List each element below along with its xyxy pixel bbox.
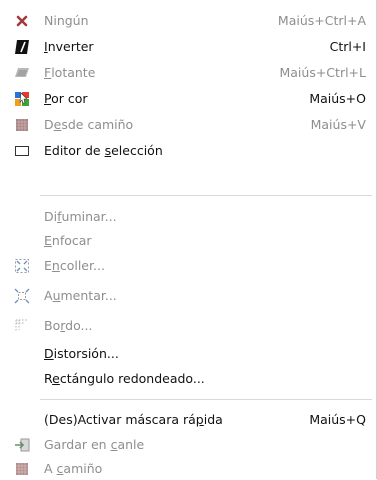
menu-item-label: Encoller...: [44, 258, 105, 273]
menu-item-label: Editor de selección: [44, 143, 163, 158]
menu-item-label: Bordo...: [44, 318, 93, 333]
border-selection-icon: [14, 318, 30, 334]
menu-item-rounded-rectangle[interactable]: Rectángulo redondeado...: [0, 367, 376, 390]
menu-item-label: Ningún: [44, 13, 89, 28]
shortcut-text: Maiús+V: [310, 117, 366, 132]
shortcut-text: Maiús+O: [309, 91, 366, 106]
menu-item-float[interactable]: Flotante Maiús+Ctrl+L: [0, 61, 376, 84]
shortcut-text: Maiús+Ctrl+L: [279, 65, 366, 80]
menu-item-border[interactable]: Bordo...: [0, 314, 376, 337]
menu-item-grow[interactable]: Aumentar...: [0, 284, 376, 307]
menu-item-label: Gardar en canle: [44, 437, 145, 452]
selection-from-path-icon: [14, 117, 30, 133]
menu-separator: [40, 399, 372, 400]
menu-item-none[interactable]: Ningún Maiús+Ctrl+A: [0, 9, 376, 32]
select-menu: Ningún Maiús+Ctrl+A Inverter Ctrl+I Flot…: [0, 0, 377, 479]
shortcut-text: Ctrl+I: [329, 39, 366, 54]
menu-item-distort[interactable]: Distorsión...: [0, 342, 376, 365]
menu-item-feather[interactable]: Difuminar...: [0, 205, 376, 228]
menu-item-label: (Des)Activar máscara rápida: [44, 412, 223, 427]
selection-editor-icon: [14, 143, 30, 159]
menu-item-label: Distorsión...: [44, 346, 119, 361]
menu-item-to-path[interactable]: A camiño: [0, 457, 376, 480]
menu-item-save-to-channel[interactable]: Gardar en canle: [0, 433, 376, 456]
menu-item-label: Aumentar...: [44, 288, 117, 303]
grow-selection-icon: [14, 288, 30, 304]
menu-separator: [40, 195, 372, 196]
save-to-channel-icon: [14, 437, 30, 453]
floating-selection-icon: [14, 65, 30, 81]
menu-item-from-path[interactable]: Desde camiño Maiús+V: [0, 113, 376, 136]
menu-item-label: Difuminar...: [44, 209, 117, 224]
select-by-color-icon: [14, 91, 30, 107]
shortcut-text: Maiús+Q: [309, 412, 366, 427]
shortcut-text: Maiús+Ctrl+A: [277, 13, 366, 28]
menu-item-label: Enfocar: [44, 233, 92, 248]
menu-item-label: Inverter: [44, 39, 94, 54]
menu-item-label: Por cor: [44, 91, 88, 106]
menu-item-sharpen[interactable]: Enfocar: [0, 229, 376, 252]
menu-item-label: Rectángulo redondeado...: [44, 371, 205, 386]
shrink-selection-icon: [14, 258, 30, 274]
menu-item-label: Desde camiño: [44, 117, 134, 132]
menu-item-toggle-quick-mask[interactable]: (Des)Activar máscara rápida Maiús+Q: [0, 408, 376, 431]
menu-item-label: A camiño: [44, 461, 103, 476]
menu-item-by-color[interactable]: Por cor Maiús+O: [0, 87, 376, 110]
menu-item-invert[interactable]: Inverter Ctrl+I: [0, 35, 376, 58]
menu-item-selection-editor[interactable]: Editor de selección: [0, 139, 376, 162]
selection-to-path-icon: [14, 461, 30, 477]
x-icon: [14, 13, 30, 29]
menu-item-shrink[interactable]: Encoller...: [0, 254, 376, 277]
invert-selection-icon: [14, 39, 30, 55]
menu-item-label: Flotante: [44, 65, 96, 80]
